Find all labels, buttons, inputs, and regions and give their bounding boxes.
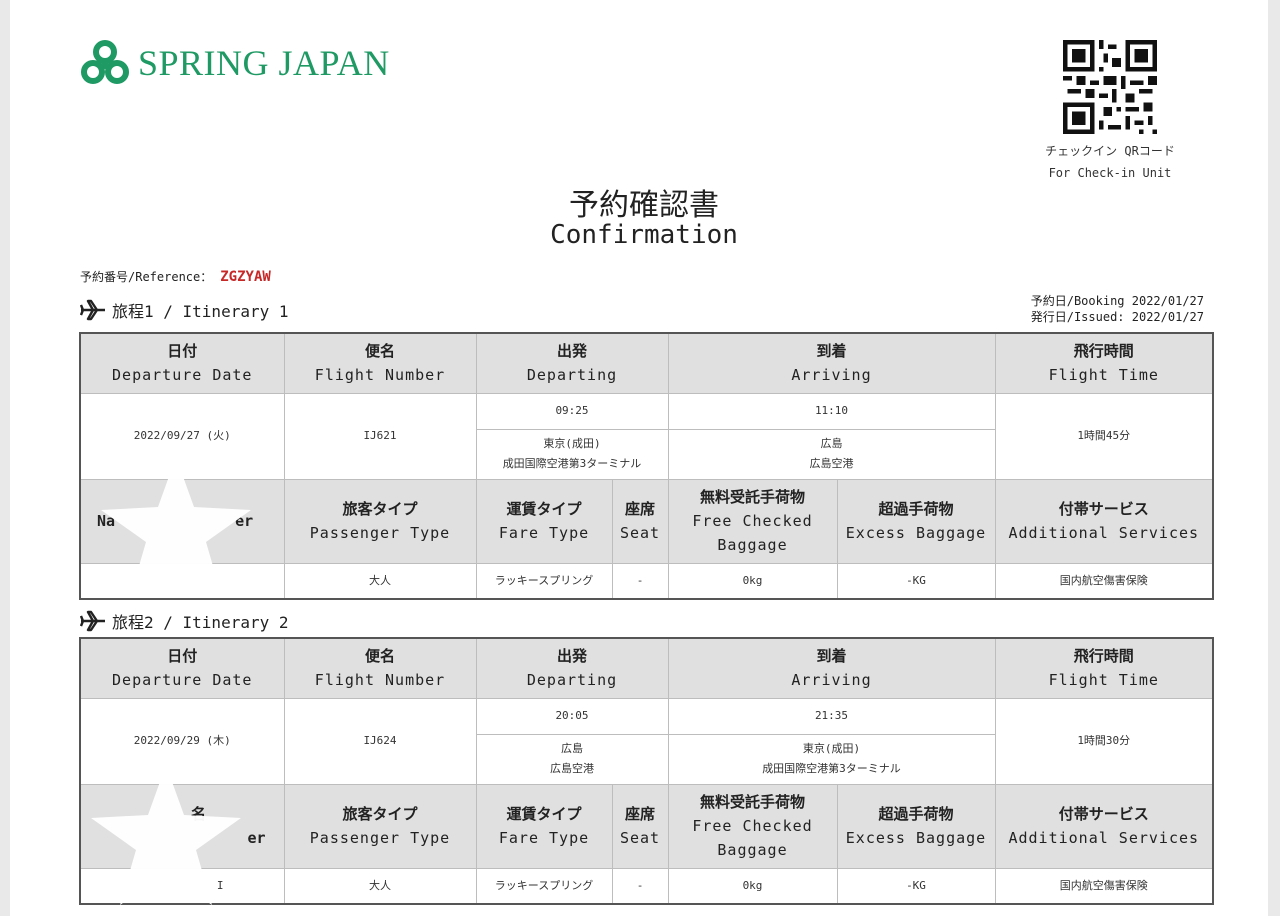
departure-time: 09:25 (475, 392, 669, 430)
additional-services: 国内航空傷害保険 (994, 562, 1214, 600)
arrival-time: 21:35 (667, 697, 996, 735)
table-row: I 大人 ラッキースプリング - 0kg -KG 国内航空傷害保険 (79, 867, 1214, 905)
table-header-row: 日付 Departure Date 便名 Flight Number 出発 Depar… (79, 637, 1214, 699)
col-passenger-type-header: 旅客タイプ Passenger Type (283, 783, 477, 869)
qr-caption-jp: チェックイン QRコード (1045, 144, 1175, 158)
airplane-icon (80, 299, 105, 321)
flight-duration: 1時間30分 (994, 697, 1214, 785)
col-fare-type-header: 運賃タイプ Fare Type (475, 478, 613, 564)
fare-type: ラッキースプリング (475, 867, 613, 905)
spring-japan-logo-icon (81, 40, 129, 84)
passenger-header-row: 名 er 旅客タイプ Passenger Type 運賃タイプ Fare Type 座… (79, 783, 1214, 869)
departure-date: 2022/09/27 (火) (79, 392, 285, 480)
col-arriving-header: 到着 Arriving (667, 332, 996, 394)
additional-services: 国内航空傷害保険 (994, 867, 1214, 905)
col-arriving-header: 到着 Arriving (667, 637, 996, 699)
flight-duration: 1時間45分 (994, 392, 1214, 480)
title-jp: 予約確認書 (569, 188, 719, 223)
free-baggage: 0kg (667, 867, 838, 905)
itinerary-1-heading: 旅程1 / Itinerary 1 (80, 298, 289, 322)
excess-baggage: -KG (836, 562, 996, 600)
reference-line: 予約番号/Reference： ZGZYAW (80, 268, 271, 285)
col-seat-header: 座席 Seat (611, 478, 669, 564)
passenger-name (79, 562, 285, 600)
col-date-header: 日付 Departure Date (79, 637, 285, 699)
departure-place: 東京(成田) 成田国際空港第3ターミナル (475, 428, 669, 480)
airplane-icon (80, 610, 105, 632)
reference-label: 予約番号/Reference： (80, 270, 213, 284)
arrival-place: 広島 広島空港 (667, 428, 996, 480)
qr-block: チェックイン QRコード For Check-in Unit (1020, 40, 1200, 184)
col-date-header: 日付 Departure Date (79, 332, 285, 394)
flight-number: IJ621 (283, 392, 477, 480)
passenger-header-row: Na er 旅客タイプ Passenger Type 運賃タイプ Fare Type … (79, 478, 1214, 564)
departure-place: 広島 広島空港 (475, 733, 669, 785)
col-departing-header: 出発 Departing (475, 637, 669, 699)
col-free-baggage-header: 無料受託手荷物 Free Checked Baggage (667, 783, 838, 869)
table-row: 大人 ラッキースプリング - 0kg -KG 国内航空傷害保険 (79, 562, 1214, 600)
table-row: 2022/09/29 (木) IJ624 20:05 21:35 1時間30分 (79, 697, 1214, 785)
itinerary-2-title: 旅程2 / Itinerary 2 (112, 613, 289, 632)
col-additional-services-header: 付帯サービス Additional Services (994, 478, 1214, 564)
col-flight-time-header: 飛行時間 Flight Time (994, 637, 1214, 699)
fare-type: ラッキースプリング (475, 562, 613, 600)
brand-name: SPRING JAPAN (138, 43, 390, 83)
col-departing-header: 出発 Departing (475, 332, 669, 394)
col-excess-baggage-header: 超過手荷物 Excess Baggage (836, 478, 996, 564)
booking-dates: 予約日/Booking 2022/01/27 発行日/Issued: 2022/… (1031, 293, 1204, 325)
passenger-type: 大人 (283, 867, 477, 905)
table-row: 2022/09/27 (火) IJ621 09:25 11:10 1時間45分 (79, 392, 1214, 480)
arrival-time: 11:10 (667, 392, 996, 430)
col-additional-services-header: 付帯サービス Additional Services (994, 783, 1214, 869)
col-fare-type-header: 運賃タイプ Fare Type (475, 783, 613, 869)
departure-date: 2022/09/29 (木) (79, 697, 285, 785)
title-en: Confirmation (550, 220, 738, 250)
table-header-row: 日付 Departure Date 便名 Flight Number 出発 Depar… (79, 332, 1214, 394)
col-flight-header: 便名 Flight Number (283, 332, 477, 394)
itinerary-1-title: 旅程1 / Itinerary 1 (112, 302, 289, 321)
passenger-name: I (79, 867, 285, 905)
confirmation-page: SPRING JAPAN チェックイン QRコード For Check-in U… (10, 0, 1268, 916)
col-passenger-type-header: 旅客タイプ Passenger Type (283, 478, 477, 564)
col-excess-baggage-header: 超過手荷物 Excess Baggage (836, 783, 996, 869)
col-flight-header: 便名 Flight Number (283, 637, 477, 699)
passenger-type: 大人 (283, 562, 477, 600)
itinerary-1-table: 日付 Departure Date 便名 Flight Number 出発 Depar… (79, 332, 1214, 600)
brand-logo: SPRING JAPAN (80, 38, 390, 88)
issued-date: 発行日/Issued: 2022/01/27 (1030, 310, 1204, 324)
col-seat-header: 座席 Seat (611, 783, 669, 869)
itinerary-2-heading: 旅程2 / Itinerary 2 (80, 609, 289, 633)
col-flight-time-header: 飛行時間 Flight Time (994, 332, 1214, 394)
free-baggage: 0kg (667, 562, 838, 600)
itinerary-2-table: 日付 Departure Date 便名 Flight Number 出発 Depar… (79, 637, 1214, 905)
qr-code-icon (1063, 40, 1157, 134)
departure-time: 20:05 (475, 697, 669, 735)
seat: - (611, 867, 669, 905)
booking-date: 予約日/Booking 2022/01/27 (1030, 294, 1204, 308)
excess-baggage: -KG (836, 867, 996, 905)
col-passenger-name-header: Na er (79, 478, 285, 564)
seat: - (611, 562, 669, 600)
col-passenger-name-header: 名 er (79, 783, 285, 869)
arrival-place: 東京(成田) 成田国際空港第3ターミナル (667, 733, 996, 785)
col-free-baggage-header: 無料受託手荷物 Free Checked Baggage (667, 478, 838, 564)
flight-number: IJ624 (283, 697, 477, 785)
reference-value: ZGZYAW (220, 269, 271, 285)
